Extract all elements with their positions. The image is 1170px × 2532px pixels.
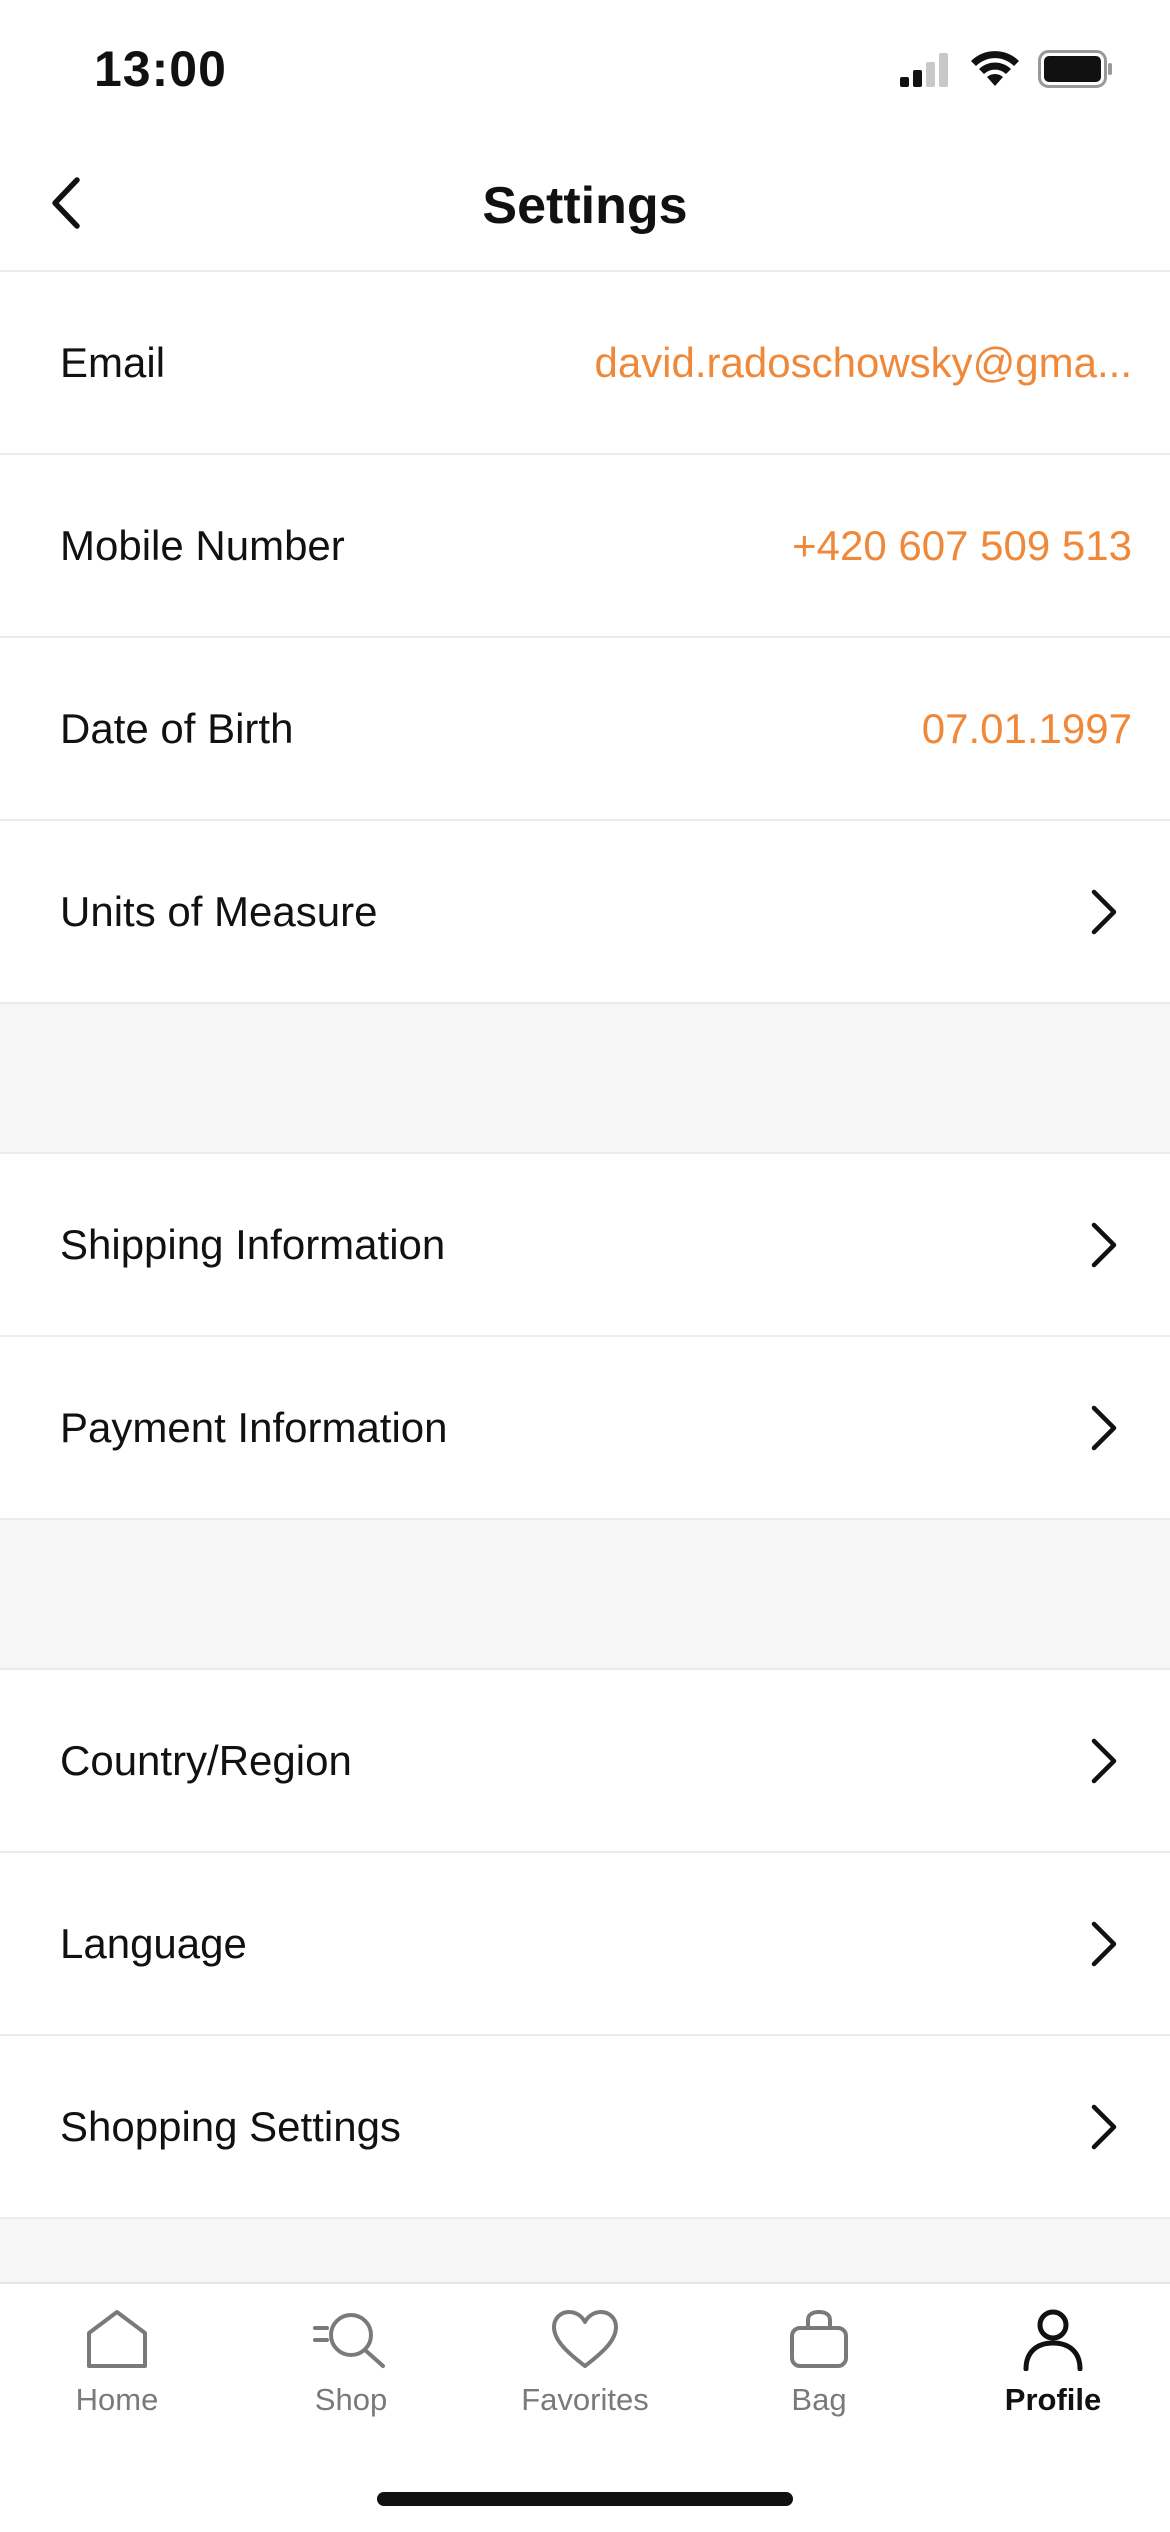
tab-shop-label: Shop: [314, 2382, 388, 2417]
date-of-birth-row[interactable]: Date of Birth 07.01.1997: [0, 638, 1170, 821]
battery-icon: [1038, 50, 1112, 88]
tab-profile-label: Profile: [1004, 2382, 1102, 2417]
units-of-measure-label: Units of Measure: [60, 887, 378, 935]
mobile-number-value: +420 607 509 513: [792, 521, 1132, 569]
tab-bag-label: Bag: [791, 2382, 847, 2417]
page-title: Settings: [482, 177, 688, 235]
chevron-right-icon: [1086, 1400, 1122, 1456]
tab-home[interactable]: Home: [0, 2304, 234, 2454]
country-region-label: Country/Region: [60, 1736, 352, 1784]
tab-bar: Home Shop Favorites Bag Profile: [0, 2282, 1170, 2532]
home-indicator: [377, 2492, 793, 2506]
payment-information-label: Payment Information: [60, 1403, 448, 1451]
section-separator: [0, 1004, 1170, 1154]
status-icons: [900, 50, 1114, 88]
chevron-right-icon: [1086, 1217, 1122, 1273]
shopping-settings-row[interactable]: Shopping Settings: [0, 2036, 1170, 2219]
shipping-information-label: Shipping Information: [60, 1220, 446, 1268]
heart-icon: [545, 2304, 625, 2374]
cellular-signal-icon: [900, 53, 948, 87]
profile-icon: [1013, 2304, 1093, 2374]
tab-shop[interactable]: Shop: [234, 2304, 468, 2454]
email-row[interactable]: Email david.radoschowsky@gma...: [0, 272, 1170, 455]
wifi-icon: [971, 51, 1019, 86]
tab-home-label: Home: [75, 2382, 159, 2417]
tab-profile[interactable]: Profile: [936, 2304, 1170, 2454]
status-bar: 13:00: [0, 0, 1170, 140]
country-region-row[interactable]: Country/Region: [0, 1670, 1170, 1853]
language-row[interactable]: Language: [0, 1853, 1170, 2036]
date-of-birth-label: Date of Birth: [60, 704, 294, 752]
section-separator: [0, 1520, 1170, 1670]
nav-header: Settings: [0, 140, 1170, 272]
payment-information-row[interactable]: Payment Information: [0, 1337, 1170, 1520]
chevron-right-icon: [1086, 1733, 1122, 1789]
bag-icon: [779, 2304, 859, 2374]
date-of-birth-value: 07.01.1997: [921, 704, 1132, 752]
status-time: 13:00: [94, 41, 227, 97]
shopping-settings-label: Shopping Settings: [60, 2102, 401, 2150]
language-label: Language: [60, 1919, 247, 1967]
tab-favorites-label: Favorites: [521, 2382, 649, 2417]
tab-favorites[interactable]: Favorites: [468, 2304, 702, 2454]
chevron-right-icon: [1086, 884, 1122, 940]
units-of-measure-row[interactable]: Units of Measure: [0, 821, 1170, 1004]
shipping-information-row[interactable]: Shipping Information: [0, 1154, 1170, 1337]
section-separator: [0, 2219, 1170, 2287]
chevron-right-icon: [1086, 2099, 1122, 2155]
email-value: david.radoschowsky@gma...: [594, 338, 1132, 386]
tab-bag[interactable]: Bag: [702, 2304, 936, 2454]
mobile-number-label: Mobile Number: [60, 521, 345, 569]
chevron-right-icon: [1086, 1916, 1122, 1972]
home-icon: [77, 2304, 157, 2374]
mobile-number-row[interactable]: Mobile Number +420 607 509 513: [0, 455, 1170, 638]
email-label: Email: [60, 338, 166, 386]
settings-list: Email david.radoschowsky@gma... Mobile N…: [0, 272, 1170, 2287]
shop-search-icon: [311, 2304, 391, 2374]
